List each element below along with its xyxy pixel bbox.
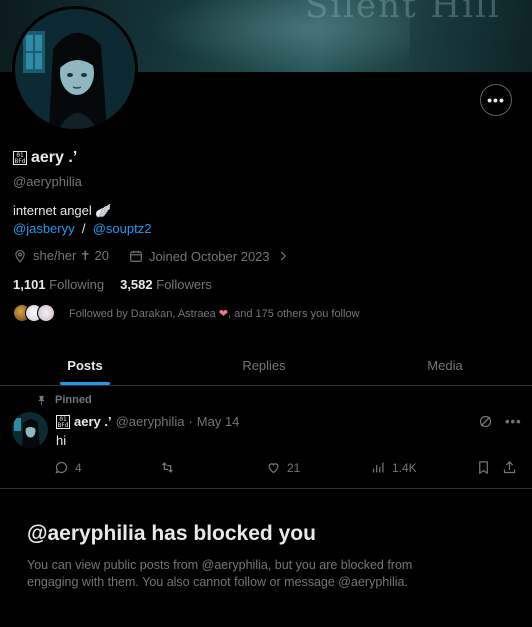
post-top-actions: ••• xyxy=(478,414,522,429)
following-label: Following xyxy=(49,277,105,292)
share-button[interactable] xyxy=(502,460,517,475)
profile-bio: internet angel 🪽 xyxy=(13,203,112,218)
like-count: 21 xyxy=(287,460,301,475)
profile-avatar[interactable] xyxy=(12,6,138,132)
post-text: hi xyxy=(56,433,67,448)
share-icon xyxy=(503,460,516,474)
following-count: 1,101 xyxy=(13,277,46,292)
followers-count: 3,582 xyxy=(120,277,153,292)
bookmark-button[interactable] xyxy=(476,460,491,475)
profile-handle: @aeryphilia xyxy=(13,174,82,189)
bio-links: @jasberyy / @souptz2 xyxy=(13,221,151,236)
profile-meta: she/her ✝ 20 Joined October 2023 xyxy=(13,248,290,264)
avatar-image xyxy=(15,9,135,129)
pinned-indicator: Pinned xyxy=(36,394,92,406)
blocked-description: You can view public posts from @aeryphil… xyxy=(27,558,413,589)
followers-link[interactable]: 3,582 Followers xyxy=(120,277,212,292)
grok-icon[interactable] xyxy=(478,414,493,429)
following-link[interactable]: 1,101 Following xyxy=(13,277,104,292)
bio-separator: / xyxy=(81,221,86,236)
heart-icon xyxy=(268,463,279,474)
tab-replies[interactable]: Replies xyxy=(170,345,358,385)
followed-by-suffix: , and 175 others you follow xyxy=(228,307,360,320)
post-author-handle[interactable]: @aeryphilia xyxy=(116,414,185,429)
post-header: 01 BFd aery .’ @aeryphilia · May 14 xyxy=(56,414,239,429)
like-button[interactable]: 21 xyxy=(266,460,300,475)
pronouns-text: she/her ✝ 20 xyxy=(33,248,109,263)
calendar-icon xyxy=(130,250,142,262)
pinned-label: Pinned xyxy=(55,394,92,406)
blocked-title: @aeryphilia has blocked you xyxy=(27,522,316,545)
post-more-icon[interactable]: ••• xyxy=(505,414,522,429)
reply-button[interactable]: 4 xyxy=(54,460,82,475)
profile-display-name: 01 BFd aery .’ xyxy=(13,149,77,167)
pin-icon xyxy=(38,395,45,406)
followed-by-text: Followed by Darakan, Astraea ❤, and 175 … xyxy=(69,307,360,320)
analytics-icon xyxy=(372,462,384,473)
more-options-button[interactable]: ••• xyxy=(480,84,512,116)
followed-by-prefix: Followed by Darakan, Astraea xyxy=(69,307,219,320)
tab-posts[interactable]: Posts xyxy=(0,345,170,385)
followed-by[interactable]: Followed by Darakan, Astraea ❤, and 175 … xyxy=(13,304,360,322)
joined-date: Joined October 2023 xyxy=(148,248,270,264)
flag-icon: 01 BFd xyxy=(56,414,70,429)
post-author-name[interactable]: aery .’ xyxy=(74,414,112,429)
ellipsis-icon: ••• xyxy=(487,92,505,108)
bio-link-souptz2[interactable]: @souptz2 xyxy=(93,221,152,236)
post-dot: · xyxy=(188,414,193,429)
followers-label: Followers xyxy=(156,277,212,292)
banner-text: Silent Hill xyxy=(305,0,501,26)
follow-stats: 1,101 Following 3,582 Followers xyxy=(13,277,212,292)
views-count: 1.4K xyxy=(392,460,417,475)
reply-count: 4 xyxy=(75,460,82,475)
repost-icon xyxy=(162,462,173,473)
post-avatar[interactable] xyxy=(12,412,48,448)
followed-by-avatars xyxy=(13,304,55,322)
post-date[interactable]: May 14 xyxy=(197,414,240,429)
bookmark-icon xyxy=(479,461,488,475)
tab-media[interactable]: Media xyxy=(358,345,532,385)
heart-icon: ❤ xyxy=(218,307,229,320)
views-button[interactable]: 1.4K xyxy=(371,460,417,475)
divider xyxy=(0,488,532,489)
location-icon xyxy=(15,249,25,263)
repost-button[interactable] xyxy=(160,460,175,475)
flag-icon: 01 BFd xyxy=(13,151,27,165)
display-name-text: aery .’ xyxy=(31,149,78,166)
reply-icon xyxy=(55,461,68,474)
bio-link-jasberyy[interactable]: @jasberyy xyxy=(13,221,75,236)
profile-tabs: Posts Replies Media xyxy=(0,345,532,386)
chevron-right-icon[interactable] xyxy=(276,249,290,263)
post-actions: 4 21 1.4K xyxy=(54,460,524,478)
avatar xyxy=(37,304,55,322)
